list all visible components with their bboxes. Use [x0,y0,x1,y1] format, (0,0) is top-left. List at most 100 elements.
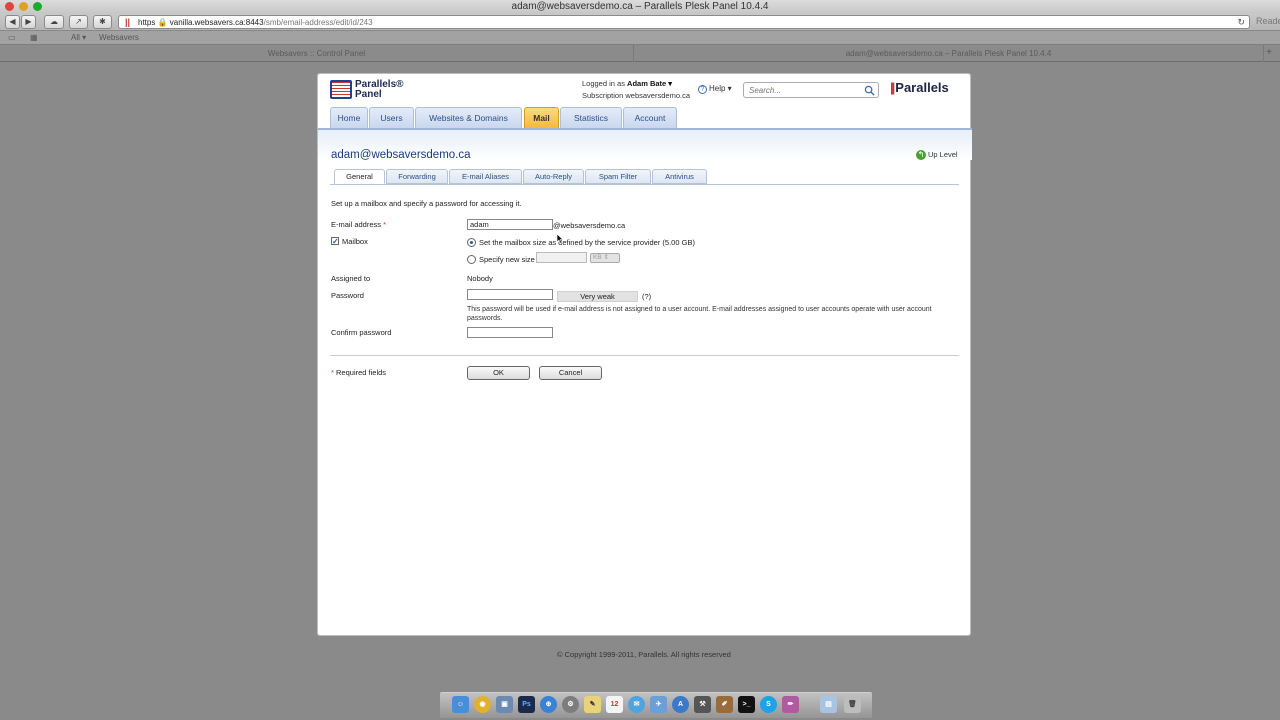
search-box [743,82,879,98]
form-divider [330,355,959,356]
reader-button[interactable]: Reade [1256,16,1280,26]
up-level-link[interactable]: ↰ Up Level [916,150,958,160]
browser-tab-plesk[interactable]: adam@websaversdemo.ca – Parallels Plesk … [634,45,1264,62]
zoom-window-button[interactable] [33,2,42,11]
size-unit-value: KB [593,254,602,261]
required-note-text: Required fields [336,368,387,377]
assigned-to-value: Nobody [467,274,493,283]
safari-icon[interactable]: ⊕ [540,696,557,713]
new-tab-button[interactable]: + [1266,47,1272,58]
nav-tab-users[interactable]: Users [369,107,414,128]
textedit-icon[interactable]: ✐ [716,696,733,713]
dock: ☺ ◉ ▣ Ps ⊕ ⚙ ✎ 12 ✉ ✈ A ⚒ ✐ >_ S ✏ ▤ 🗑 [440,692,872,718]
panel-logo-icon [330,80,352,99]
terminal-icon[interactable]: >_ [738,696,755,713]
close-window-button[interactable] [5,2,14,11]
mail-icon[interactable]: ✈ [650,696,667,713]
browser-toolbar: ◀ ▶ ☁ ↗ ✱ || https 🔒 vanilla.websavers.c… [0,14,1280,31]
email-domain: @websaversdemo.ca [553,221,626,230]
nav-tab-statistics[interactable]: Statistics [560,107,622,128]
minimize-window-button[interactable] [19,2,28,11]
app-store-icon[interactable]: A [672,696,689,713]
page-title: adam@websaversdemo.ca [331,149,471,161]
tab-spam-filter[interactable]: Spam Filter [585,169,651,184]
address-bar[interactable]: || https 🔒 vanilla.websavers.ca:8443/smb… [118,15,1250,29]
search-input[interactable] [749,85,859,96]
logged-in-label: Logged in as [582,79,625,88]
url-text: https 🔒 vanilla.websavers.ca:8443/smb/em… [138,18,373,27]
mailbox-label: Mailbox [342,237,368,246]
search-icon[interactable] [864,85,875,96]
user-menu[interactable]: Adam Bate ▾ [627,79,672,88]
pencil-app-icon[interactable]: ✏ [782,696,799,713]
subscription-label: Subscription [582,91,624,100]
parallels-bars-icon: || [890,80,895,95]
photoshop-icon[interactable]: Ps [518,696,535,713]
logo-line2: Panel [355,89,382,100]
nav-divider [318,128,972,130]
default-size-label: Set the mailbox size as defined by the s… [479,238,695,247]
url-path: /smb/email-address/edit/id/243 [263,18,373,27]
required-fields-note: * Required fields [331,368,386,377]
cancel-button[interactable]: Cancel [539,366,602,380]
bookmark-websavers[interactable]: Websavers [99,31,139,45]
reload-icon[interactable]: ↻ [1237,16,1245,29]
extensions-icon[interactable]: ✱ [93,15,112,29]
url-scheme: https [138,18,156,27]
size-unit-select[interactable]: KB ⇕ [590,253,620,263]
password-label: Password [331,291,364,300]
tab-general[interactable]: General [334,169,385,184]
confirm-password-input[interactable] [467,327,553,338]
password-help-link[interactable]: (?) [642,292,651,301]
trash-icon[interactable]: 🗑 [844,696,861,713]
nav-tab-home[interactable]: Home [330,107,368,128]
up-level-label: Up Level [928,150,958,159]
tab-email-aliases[interactable]: E-mail Aliases [449,169,522,184]
nav-tab-account[interactable]: Account [623,107,677,128]
window-titlebar: adam@websaversdemo.ca – Parallels Plesk … [0,0,1280,14]
up-level-icon: ↰ [916,150,926,160]
bookmark-all[interactable]: All ▾ [71,31,86,45]
password-strength-meter: Very weak [557,291,638,302]
default-size-radio[interactable] [467,238,476,247]
password-input[interactable] [467,289,553,300]
window-title: adam@websaversdemo.ca – Parallels Plesk … [511,1,769,12]
documents-folder-icon[interactable]: ▤ [820,696,837,713]
icloud-icon[interactable]: ☁ [44,15,64,29]
ok-button[interactable]: OK [467,366,530,380]
top-sites-icon[interactable]: ▦ [30,31,38,45]
email-address-input[interactable] [467,219,553,230]
skype-icon[interactable]: S [760,696,777,713]
nav-tab-websites-domains[interactable]: Websites & Domains [415,107,522,128]
reading-list-icon[interactable]: ▭ [8,31,16,45]
mouse-cursor-icon [557,234,564,244]
help-menu[interactable]: ? Help ▾ [698,84,732,94]
parallels-brand-logo: || Parallels [890,80,949,95]
back-button[interactable]: ◀ [5,15,20,29]
notes-icon[interactable]: ✎ [584,696,601,713]
browser-tab-control-panel[interactable]: Websavers :: Control Panel [0,45,634,62]
brand-name: Parallels [895,80,949,95]
custom-size-radio[interactable] [467,255,476,264]
finder-icon[interactable]: ☺ [452,696,469,713]
tab-forwarding[interactable]: Forwarding [386,169,448,184]
help-icon: ? [698,85,707,94]
system-preferences-icon[interactable]: ⚙ [562,696,579,713]
nav-tab-mail[interactable]: Mail [524,107,559,128]
calendar-icon[interactable]: 12 [606,696,623,713]
utility-icon[interactable]: ⚒ [694,696,711,713]
help-label: Help ▾ [709,84,732,93]
mailbox-size-input[interactable] [536,252,587,263]
preview-icon[interactable]: ▣ [496,696,513,713]
mailbox-checkbox[interactable]: ✓ [331,237,339,246]
email-label-text: E-mail address [331,220,382,229]
login-info: Logged in as Adam Bate ▾ Subscription we… [582,78,690,102]
tab-auto-reply[interactable]: Auto-Reply [523,169,584,184]
messages-icon[interactable]: ✉ [628,696,645,713]
subscription-value[interactable]: websaversdemo.ca [625,91,690,100]
share-icon[interactable]: ↗ [69,15,88,29]
assigned-to-label: Assigned to [331,274,371,283]
chrome-icon[interactable]: ◉ [474,696,491,713]
forward-button[interactable]: ▶ [21,15,36,29]
tab-antivirus[interactable]: Antivirus [652,169,707,184]
